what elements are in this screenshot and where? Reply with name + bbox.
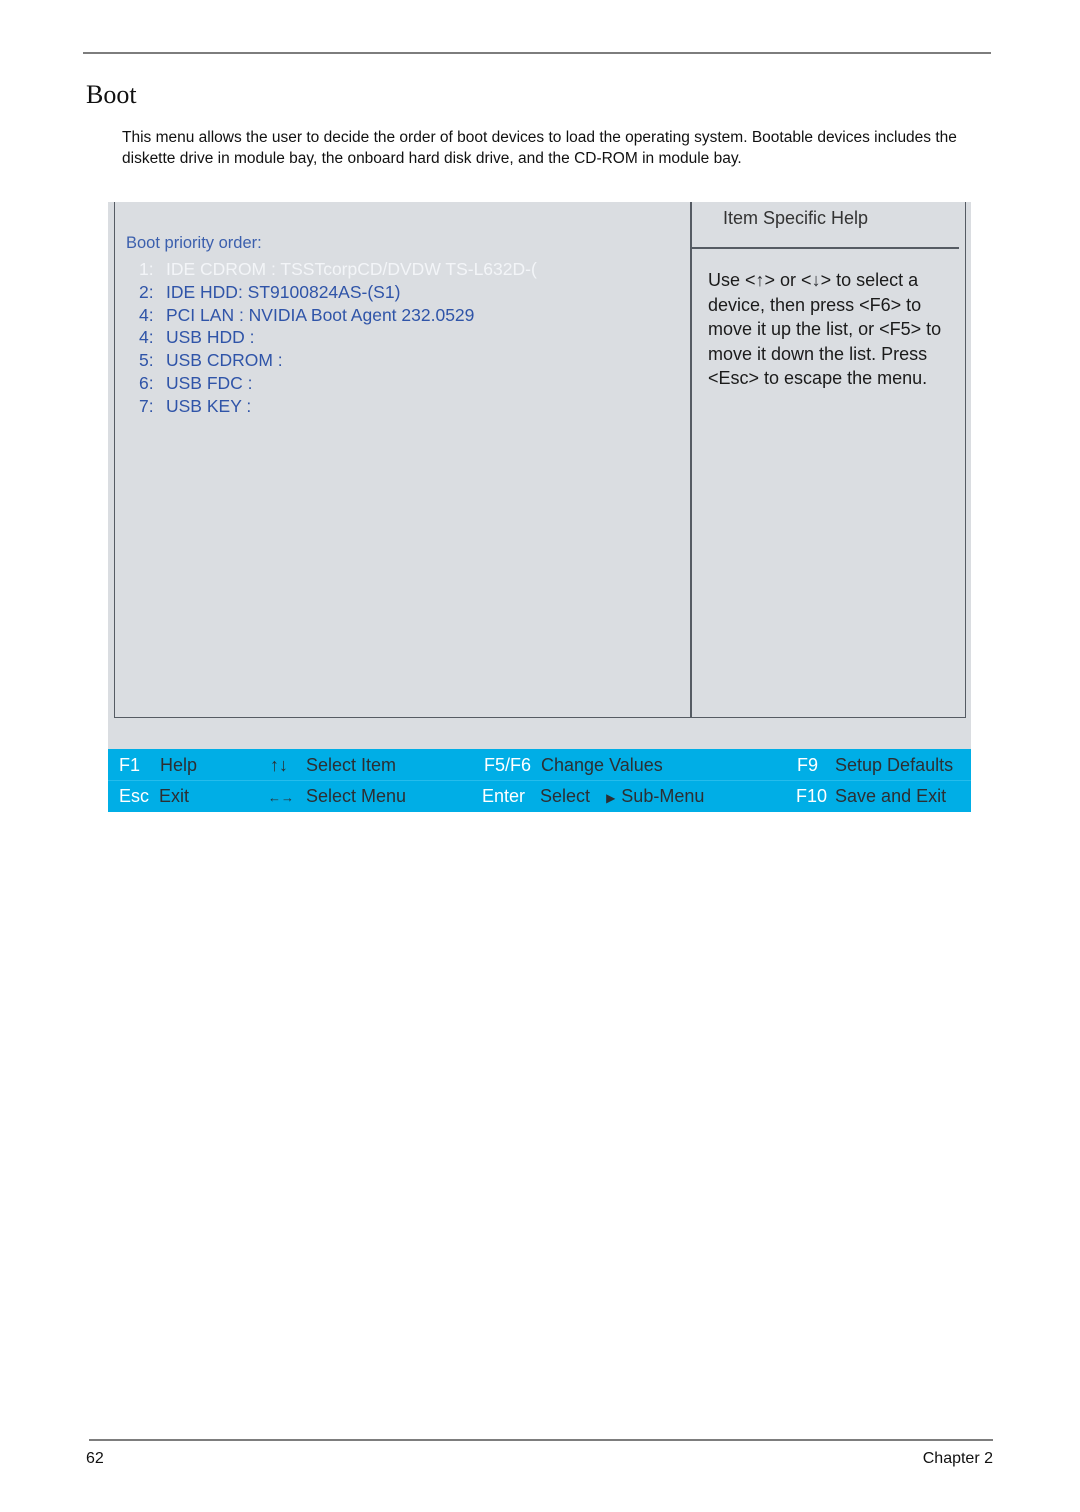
help-text-part: Use <: [708, 270, 756, 290]
boot-item-number: 4:: [139, 327, 154, 348]
key-select-item: ↑↓ Select Item: [270, 755, 396, 776]
up-arrow-icon: ↑: [755, 270, 765, 290]
boot-item-label: PCI LAN : NVIDIA Boot Agent 232.0529: [166, 304, 475, 325]
boot-item-label: USB CDROM :: [166, 350, 283, 371]
chapter-label: Chapter 2: [922, 1450, 993, 1467]
left-right-arrows-icon: ←→: [268, 790, 294, 805]
key-desc: Exit: [159, 786, 190, 806]
up-down-arrows-icon: ↑↓: [270, 755, 288, 775]
boot-item-label: IDE CDROM : TSSTcorpCD/DVDW TS-L632D-(: [166, 259, 537, 279]
key-desc-submenu: Sub-Menu: [621, 786, 705, 806]
key-label: Enter: [482, 786, 526, 806]
boot-item-number: 5:: [139, 350, 154, 371]
boot-item-number: 6:: [139, 372, 154, 393]
key-select-submenu: Enter Select ▶ Sub-Menu: [482, 786, 704, 807]
boot-item-number: 7:: [139, 395, 154, 416]
boot-item-selected[interactable]: 1: IDE CDROM : TSSTcorpCD/DVDW TS-L632D-(: [139, 258, 537, 281]
boot-item[interactable]: 4: PCI LAN : NVIDIA Boot Agent 232.0529: [139, 304, 537, 327]
boot-item[interactable]: 7: USB KEY :: [139, 395, 537, 418]
header-rule: [83, 52, 991, 54]
boot-item-number: 2:: [139, 281, 154, 302]
key-exit: Esc Exit: [119, 786, 189, 807]
boot-item-label: USB HDD :: [166, 327, 255, 348]
boot-item-label: USB KEY :: [166, 395, 252, 416]
boot-priority-label: Boot priority order:: [126, 234, 262, 252]
key-legend-bar: F1 Help ↑↓ Select Item F5/F6 Change Values …: [108, 749, 971, 812]
boot-item-number: 4:: [139, 304, 154, 325]
key-label: F9: [797, 755, 819, 775]
down-arrow-icon: ↓: [811, 270, 821, 290]
panel-divider: [690, 202, 692, 718]
page-number: 62: [86, 1450, 104, 1467]
page-title: Boot: [86, 80, 137, 109]
submenu-triangle-icon: ▶: [606, 791, 616, 805]
boot-item[interactable]: 2: IDE HDD: ST9100824AS-(S1): [139, 281, 537, 304]
help-text-part: > or <: [764, 270, 812, 290]
help-header-divider: [691, 247, 959, 249]
key-desc: Help: [160, 755, 198, 775]
bios-screenshot: Boot priority order: 1: IDE CDROM : TSSTc…: [108, 202, 971, 812]
boot-item-label: USB FDC :: [166, 372, 253, 393]
key-label: F10: [796, 786, 828, 806]
boot-priority-list: 1: IDE CDROM : TSSTcorpCD/DVDW TS-L632D-(…: [139, 258, 537, 418]
key-select-menu: ←→ Select Menu: [268, 786, 406, 807]
key-label: F5/F6: [484, 755, 532, 775]
key-label: F1: [119, 755, 141, 775]
footer-rule: [89, 1439, 993, 1441]
key-desc: Save and Exit: [835, 786, 947, 806]
key-desc: Setup Defaults: [835, 755, 954, 775]
key-legend-separator: [108, 780, 971, 781]
boot-item[interactable]: 5: USB CDROM :: [139, 349, 537, 372]
key-save-exit: F10 Save and Exit: [796, 786, 946, 807]
key-help: F1 Help: [119, 755, 197, 776]
help-text: Use <↑> or <↓> to select a device, then …: [708, 268, 948, 391]
help-title: Item Specific Help: [723, 208, 869, 228]
boot-item[interactable]: 6: USB FDC :: [139, 372, 537, 395]
intro-paragraph: This menu allows the user to decide the …: [122, 129, 957, 167]
key-desc: Select Item: [306, 755, 397, 775]
key-desc: Change Values: [541, 755, 663, 775]
key-label: Esc: [119, 786, 150, 806]
key-change-values: F5/F6 Change Values: [484, 755, 663, 776]
boot-item-number: 1:: [139, 259, 154, 279]
boot-item[interactable]: 4: USB HDD :: [139, 326, 537, 349]
boot-item-label: IDE HDD: ST9100824AS-(S1): [166, 281, 401, 302]
key-setup-defaults: F9 Setup Defaults: [797, 755, 953, 776]
key-desc: Select: [540, 786, 591, 806]
key-desc: Select Menu: [306, 786, 407, 806]
